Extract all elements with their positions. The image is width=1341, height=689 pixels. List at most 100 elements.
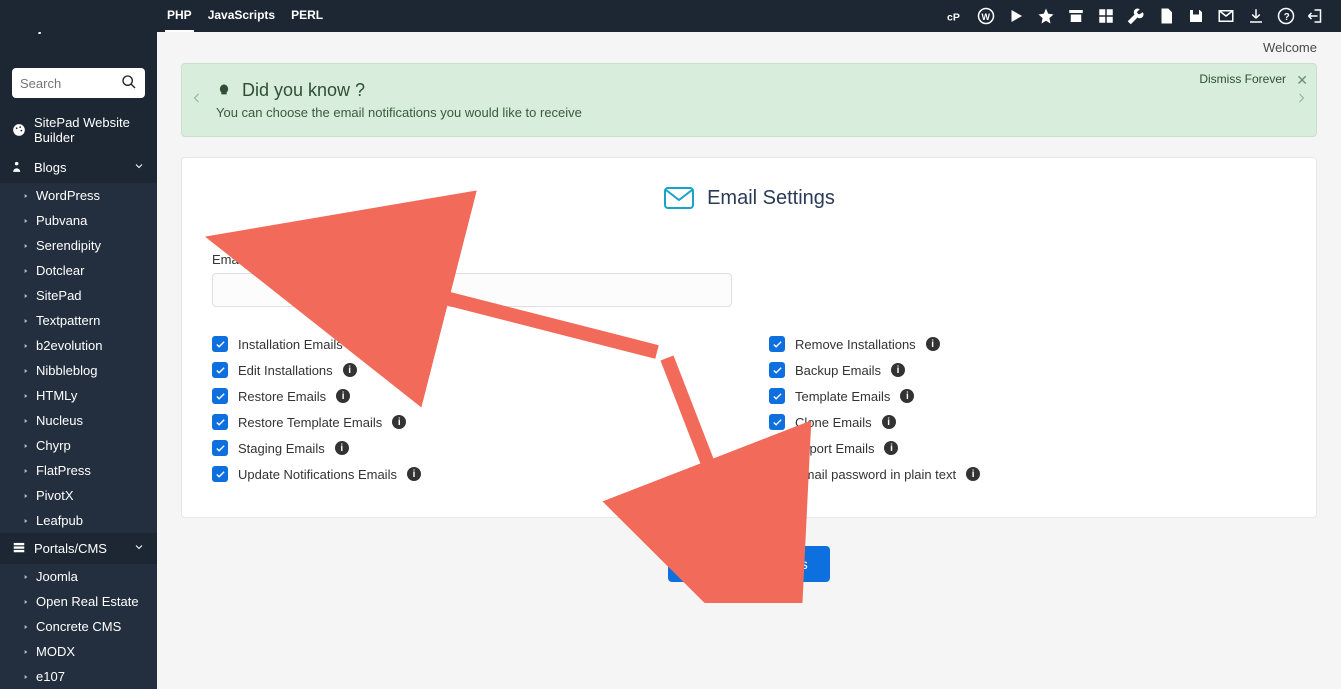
sidebar-item-htmly[interactable]: HTMLy bbox=[0, 383, 157, 408]
logout-icon[interactable] bbox=[1307, 7, 1325, 25]
topbar: PHP JavaScripts PERL cP W ? bbox=[0, 0, 1341, 32]
caret-right-icon bbox=[22, 438, 30, 453]
caret-right-icon bbox=[22, 594, 30, 609]
checkbox[interactable] bbox=[769, 362, 785, 378]
checkbox[interactable] bbox=[212, 362, 228, 378]
caret-right-icon bbox=[22, 213, 30, 228]
save-icon[interactable] bbox=[1187, 7, 1205, 25]
caret-right-icon bbox=[22, 413, 30, 428]
star-icon[interactable] bbox=[1037, 7, 1055, 25]
sidebar-category-blogs[interactable]: Blogs bbox=[0, 152, 157, 183]
sidebar-item-concrete-cms[interactable]: Concrete CMS bbox=[0, 614, 157, 639]
sidebar-item-pivotx[interactable]: PivotX bbox=[0, 483, 157, 508]
tab-php[interactable]: PHP bbox=[165, 0, 194, 32]
caret-right-icon bbox=[22, 619, 30, 634]
sidebar-item-joomla[interactable]: Joomla bbox=[0, 564, 157, 589]
checkbox[interactable] bbox=[769, 414, 785, 430]
checkbox[interactable] bbox=[769, 388, 785, 404]
checkbox-label: Backup Emails bbox=[795, 363, 881, 378]
info-icon[interactable]: i bbox=[336, 389, 350, 403]
info-icon[interactable]: i bbox=[882, 415, 896, 429]
sidebar-item-nibbleblog[interactable]: Nibbleblog bbox=[0, 358, 157, 383]
help-icon[interactable]: ? bbox=[1277, 7, 1295, 25]
checkbox-label: Clone Emails bbox=[795, 415, 872, 430]
sidebar: Softaculous SitePad Website Builder Blog… bbox=[0, 0, 157, 603]
info-icon[interactable]: i bbox=[900, 389, 914, 403]
envelope-icon[interactable] bbox=[1217, 7, 1235, 25]
caret-right-icon bbox=[22, 669, 30, 684]
sidebar-item-flatpress[interactable]: FlatPress bbox=[0, 458, 157, 483]
caret-right-icon bbox=[22, 388, 30, 403]
cpanel-icon[interactable]: cP bbox=[947, 7, 965, 25]
notice-prev[interactable] bbox=[188, 91, 206, 109]
email-input[interactable] bbox=[212, 273, 732, 307]
sidebar-item-sitepad[interactable]: SitePad bbox=[0, 283, 157, 308]
checkbox[interactable] bbox=[769, 466, 785, 482]
search-input[interactable] bbox=[20, 76, 121, 91]
search-icon[interactable] bbox=[121, 74, 137, 93]
info-icon[interactable]: i bbox=[343, 363, 357, 377]
file-icon[interactable] bbox=[1157, 7, 1175, 25]
caret-right-icon bbox=[22, 488, 30, 503]
info-icon[interactable]: i bbox=[353, 337, 367, 351]
info-icon[interactable]: i bbox=[407, 467, 421, 481]
notice-dismiss[interactable]: Dismiss Forever bbox=[1199, 72, 1286, 86]
sidebar-item-textpattern[interactable]: Textpattern bbox=[0, 308, 157, 333]
sidebar-item-modx[interactable]: MODX bbox=[0, 639, 157, 664]
sidebar-category-portals-cms[interactable]: Portals/CMS bbox=[0, 533, 157, 564]
edit-email-settings-button[interactable]: Edit Email Settings bbox=[668, 546, 830, 582]
check-row-email-password-in-plain-text: Email password in plain texti bbox=[769, 461, 1286, 487]
info-icon[interactable]: i bbox=[301, 253, 315, 267]
notice-close[interactable]: ✕ bbox=[1296, 72, 1308, 89]
grid-icon[interactable] bbox=[1097, 7, 1115, 25]
sidebar-item-open-real-estate[interactable]: Open Real Estate bbox=[0, 589, 157, 614]
lightbulb-icon bbox=[216, 83, 232, 99]
download-icon[interactable] bbox=[1247, 7, 1265, 25]
sidebar-item-chyrp[interactable]: Chyrp bbox=[0, 433, 157, 458]
check-row-remove-installations: Remove Installations i bbox=[769, 331, 1286, 357]
email-settings-card: Email Settings Email Address i Installat… bbox=[181, 157, 1317, 518]
tab-perl[interactable]: PERL bbox=[289, 0, 325, 32]
check-row-edit-installations: Edit Installations i bbox=[212, 357, 729, 383]
checkbox[interactable] bbox=[212, 336, 228, 352]
play-icon[interactable] bbox=[1007, 7, 1025, 25]
checkbox-label: Edit Installations bbox=[238, 363, 333, 378]
sidebar-item-nucleus[interactable]: Nucleus bbox=[0, 408, 157, 433]
checkbox[interactable] bbox=[212, 388, 228, 404]
palette-icon bbox=[12, 123, 26, 137]
sidebar-item-sitepad[interactable]: SitePad Website Builder bbox=[0, 108, 157, 152]
archive-icon[interactable] bbox=[1067, 7, 1085, 25]
sidebar-item-e-[interactable]: e107 bbox=[0, 664, 157, 689]
sidebar-item-wordpress[interactable]: WordPress bbox=[0, 183, 157, 208]
info-icon[interactable]: i bbox=[884, 441, 898, 455]
sidebar-item-serendipity[interactable]: Serendipity bbox=[0, 233, 157, 258]
info-icon[interactable]: i bbox=[335, 441, 349, 455]
notice-next[interactable] bbox=[1292, 91, 1310, 109]
wordpress-icon[interactable]: W bbox=[977, 7, 995, 25]
notice-title: Did you know ? bbox=[216, 80, 1256, 101]
sidebar-item-leafpub[interactable]: Leafpub bbox=[0, 508, 157, 533]
search-box[interactable] bbox=[12, 68, 145, 98]
sidebar-item-b-evolution[interactable]: b2evolution bbox=[0, 333, 157, 358]
sidebar-item-dotclear[interactable]: Dotclear bbox=[0, 258, 157, 283]
checkbox-label: Restore Emails bbox=[238, 389, 326, 404]
checkbox[interactable] bbox=[212, 414, 228, 430]
sidebar-item-pubvana[interactable]: Pubvana bbox=[0, 208, 157, 233]
info-icon[interactable]: i bbox=[392, 415, 406, 429]
checkbox[interactable] bbox=[769, 336, 785, 352]
wrench-icon[interactable] bbox=[1127, 7, 1145, 25]
checkbox[interactable] bbox=[769, 440, 785, 456]
check-row-update-notifications-emails: Update Notifications Emailsi bbox=[212, 461, 729, 487]
info-icon[interactable]: i bbox=[966, 467, 980, 481]
category-icon bbox=[12, 159, 26, 176]
checkbox[interactable] bbox=[212, 466, 228, 482]
checkbox-label: Restore Template Emails bbox=[238, 415, 382, 430]
caret-right-icon bbox=[22, 569, 30, 584]
svg-text:?: ? bbox=[1284, 12, 1290, 23]
checkbox[interactable] bbox=[212, 440, 228, 456]
checkbox-label: Remove Installations bbox=[795, 337, 916, 352]
info-icon[interactable]: i bbox=[926, 337, 940, 351]
info-icon[interactable]: i bbox=[891, 363, 905, 377]
chevron-down-icon bbox=[133, 541, 145, 556]
tab-javascripts[interactable]: JavaScripts bbox=[206, 0, 277, 32]
